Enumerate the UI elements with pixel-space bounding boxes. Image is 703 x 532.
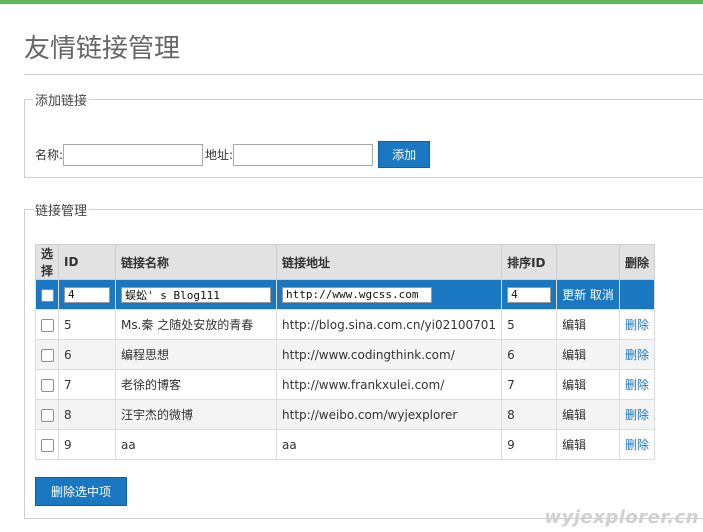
cell-link-name: 编程思想 (115, 339, 278, 370)
header-select: 选择 (34, 244, 60, 280)
cell-link-name: aa (115, 429, 278, 460)
cell-link-name: Ms.秦 之随处安放的青春 (115, 309, 278, 340)
table-row: 8 汪宇杰的微博 http://weibo.com/wyjexplorer 8 … (34, 399, 655, 430)
add-link-form: 名称: 地址: 添加 (35, 141, 431, 168)
header-id: ID (58, 244, 117, 280)
delete-link[interactable]: 删除 (618, 339, 655, 370)
update-button[interactable]: 更新 (562, 288, 586, 302)
add-button[interactable]: 添加 (378, 141, 431, 168)
add-link-panel: 添加链接 名称: 地址: 添加 (24, 90, 703, 178)
cell-id: 6 (58, 339, 117, 370)
cell-order-id: 7 (501, 369, 558, 400)
table-header-row: 选择 ID 链接名称 链接地址 排序ID 删除 (34, 244, 655, 280)
row-checkbox[interactable] (40, 408, 54, 422)
manage-links-legend: 链接管理 (35, 204, 88, 219)
row-checkbox[interactable] (40, 318, 54, 332)
links-table: 选择 ID 链接名称 链接地址 排序ID 删除 更新 取消 (34, 244, 655, 460)
row-checkbox[interactable] (40, 438, 54, 452)
top-accent-bar (0, 0, 703, 4)
cell-link-name: 老徐的博客 (115, 369, 278, 400)
edit-url-input[interactable] (282, 286, 433, 303)
delete-link[interactable]: 删除 (618, 429, 655, 460)
table-row: 9 aa aa 9 编辑 删除 (34, 429, 655, 460)
cell-order-id: 5 (501, 309, 558, 340)
cell-id: 7 (58, 369, 117, 400)
cell-link-name: 汪宇杰的微博 (115, 399, 278, 430)
row-checkbox[interactable] (40, 378, 54, 392)
header-link-url: 链接地址 (276, 244, 503, 280)
cancel-button[interactable]: 取消 (590, 288, 614, 302)
edit-id-input[interactable] (64, 286, 111, 303)
header-link-name: 链接名称 (115, 244, 278, 280)
cell-order-id: 6 (501, 339, 558, 370)
header-order-id: 排序ID (501, 244, 558, 280)
cell-link-url: http://weibo.com/wyjexplorer (276, 399, 503, 430)
edit-button[interactable]: 编辑 (556, 369, 620, 400)
cell-link-url: aa (276, 429, 503, 460)
cell-id: 8 (58, 399, 117, 430)
table-row: 5 Ms.秦 之随处安放的青春 http://blog.sina.com.cn/… (34, 309, 655, 340)
row-checkbox[interactable] (40, 348, 54, 362)
name-label: 名称: (35, 148, 64, 162)
name-input[interactable] (63, 143, 204, 166)
cell-id: 9 (58, 429, 117, 460)
cell-id: 5 (58, 309, 117, 340)
header-delete: 删除 (618, 244, 655, 280)
table-row-editing: 更新 取消 (34, 279, 655, 310)
cell-link-url: http://blog.sina.com.cn/yi02100701 (276, 309, 503, 340)
edit-order-input[interactable] (507, 286, 552, 303)
row-checkbox[interactable] (40, 288, 54, 302)
header-actions (556, 244, 620, 280)
cell-order-id: 9 (501, 429, 558, 460)
table-row: 6 编程思想 http://www.codingthink.com/ 6 编辑 … (34, 339, 655, 370)
url-label: 地址: (205, 148, 234, 162)
edit-button[interactable]: 编辑 (556, 309, 620, 340)
delete-selected-button[interactable]: 删除选中项 (35, 477, 127, 506)
add-link-legend: 添加链接 (35, 94, 88, 109)
delete-link[interactable]: 删除 (618, 309, 655, 340)
cell-order-id: 8 (501, 399, 558, 430)
edit-button[interactable]: 编辑 (556, 339, 620, 370)
cell-link-url: http://www.frankxulei.com/ (276, 369, 503, 400)
table-row: 7 老徐的博客 http://www.frankxulei.com/ 7 编辑 … (34, 369, 655, 400)
watermark: wyjexplorer.cn (544, 507, 699, 528)
delete-link[interactable]: 删除 (618, 399, 655, 430)
edit-button[interactable]: 编辑 (556, 429, 620, 460)
edit-name-input[interactable] (121, 286, 272, 303)
page-title: 友情链接管理 (24, 34, 181, 64)
cell-link-url: http://www.codingthink.com/ (276, 339, 503, 370)
manage-links-panel: 链接管理 选择 ID 链接名称 链接地址 排序ID 删除 4 蜈蚣' s Blo… (24, 200, 703, 519)
title-divider (24, 74, 703, 75)
url-input[interactable] (233, 143, 374, 166)
edit-button[interactable]: 编辑 (556, 399, 620, 430)
delete-link[interactable]: 删除 (618, 369, 655, 400)
